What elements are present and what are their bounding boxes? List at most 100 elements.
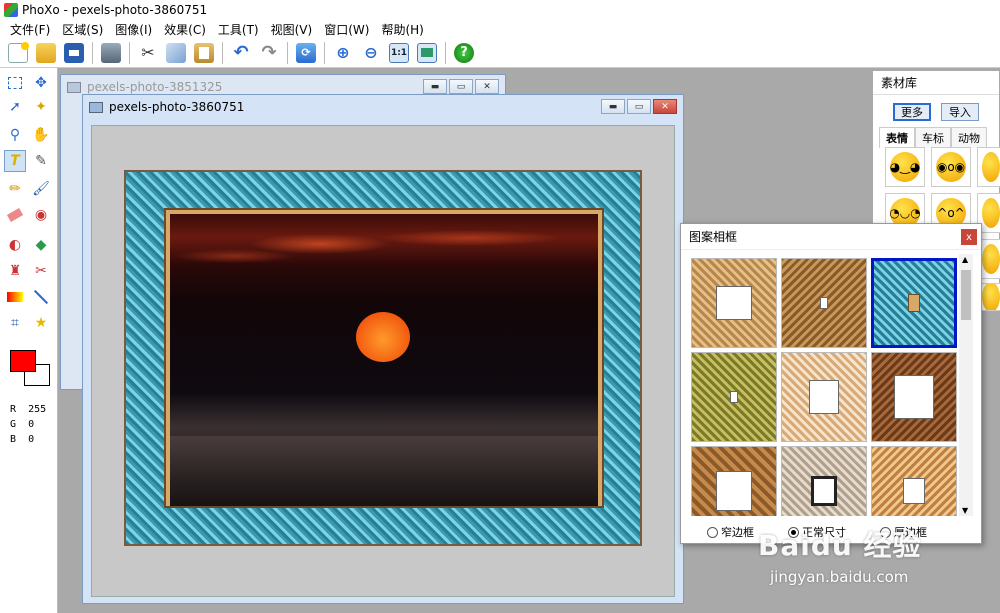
scissors-tool[interactable]: ✂ <box>30 260 52 282</box>
menu-tools[interactable]: 工具(T) <box>212 21 265 38</box>
sunset-photo[interactable] <box>164 208 604 508</box>
maximize-button[interactable]: ▭ <box>627 99 651 114</box>
menu-file[interactable]: 文件(F) <box>4 21 56 38</box>
hand-icon: ✋ <box>32 127 50 143</box>
emoji-thumbnail[interactable]: ◕‿◕ <box>885 147 925 187</box>
help-button[interactable]: ? <box>451 40 477 66</box>
scroll-up-icon[interactable]: ▲ <box>962 255 968 264</box>
zoom-in-button[interactable]: ⊕ <box>330 40 356 66</box>
menu-effect[interactable]: 效果(C) <box>158 21 212 38</box>
clone-tool[interactable]: ◐ <box>4 234 26 256</box>
save-button[interactable] <box>61 40 87 66</box>
emoji-thumbnail[interactable] <box>977 147 1000 187</box>
maximize-button[interactable]: ▭ <box>449 79 473 94</box>
eyedropper-tool[interactable]: ✎ <box>30 150 52 172</box>
paste-button[interactable] <box>191 40 217 66</box>
menu-selection[interactable]: 区域(S) <box>56 21 109 38</box>
copy-icon <box>166 42 186 63</box>
close-icon: x <box>966 231 972 243</box>
eraser-tool[interactable] <box>4 204 26 226</box>
b-value: 0 <box>28 434 35 445</box>
fill-icon: ◆ <box>35 237 47 253</box>
print-icon <box>101 42 121 63</box>
zoom-out-icon: ⊖ <box>364 43 378 62</box>
frame-thumbnail[interactable] <box>781 352 867 442</box>
minimize-button[interactable]: ▬ <box>601 99 625 114</box>
gradient-tool[interactable] <box>4 286 26 308</box>
copy-button[interactable] <box>163 40 189 66</box>
menu-bar: 文件(F) 区域(S) 图像(I) 效果(C) 工具(T) 视图(V) 窗口(W… <box>0 20 1000 38</box>
hand-tool[interactable]: ✋ <box>30 124 52 146</box>
tab-animal[interactable]: 动物 <box>951 127 987 148</box>
fill-tool[interactable]: ◆ <box>30 234 52 256</box>
lasso-tool[interactable]: ➚ <box>4 96 26 118</box>
undo-button[interactable]: ↶ <box>228 40 254 66</box>
rect-select-tool[interactable] <box>4 72 26 94</box>
fit-window-button[interactable] <box>414 40 440 66</box>
move-tool[interactable]: ✥ <box>30 72 52 94</box>
g-value: 0 <box>28 419 35 430</box>
import-button[interactable]: 导入 <box>941 103 979 121</box>
print-button[interactable] <box>98 40 124 66</box>
foreground-color-swatch[interactable] <box>10 350 36 372</box>
magic-wand-tool[interactable]: ✦ <box>30 96 52 118</box>
scroll-down-icon[interactable]: ▼ <box>962 506 968 515</box>
frame-thumbnail[interactable] <box>871 352 957 442</box>
pattern-frame[interactable] <box>124 170 642 546</box>
radio-narrow-border[interactable]: 窄边框 <box>707 524 754 540</box>
menu-image[interactable]: 图像(I) <box>109 21 158 38</box>
menu-window[interactable]: 窗口(W) <box>318 21 375 38</box>
cut-button[interactable]: ✂ <box>135 40 161 66</box>
red-eye-tool[interactable]: ◉ <box>30 204 52 226</box>
minimize-button[interactable]: ▬ <box>423 79 447 94</box>
toolbar: ✂ ↶ ↷ ⟳ ⊕ ⊖ 1:1 ? <box>0 38 1000 68</box>
refresh-icon: ⟳ <box>296 42 316 63</box>
rgb-readout: R 255 G 0 B 0 <box>10 402 46 447</box>
watermark-brand: Baidu 经验 <box>758 529 922 562</box>
brush-tool[interactable]: 🖌 <box>30 178 52 200</box>
frame-thumbnail-selected[interactable] <box>871 258 957 348</box>
menu-help[interactable]: 帮助(H) <box>375 21 429 38</box>
line-tool[interactable] <box>30 286 52 308</box>
window-title-bar[interactable]: pexels-photo-3860751 <box>83 95 683 119</box>
clone-icon: ◐ <box>8 237 22 253</box>
tab-emoji[interactable]: 表情 <box>879 127 915 148</box>
text-icon: T <box>10 153 20 169</box>
frame-thumbnail[interactable] <box>691 258 777 348</box>
zoom-tool[interactable]: ⚲ <box>4 124 26 146</box>
scroll-thumb[interactable] <box>961 270 971 320</box>
emoji-thumbnail[interactable]: ◉o◉ <box>931 147 971 187</box>
shape-tool[interactable]: ★ <box>30 312 52 334</box>
refresh-button[interactable]: ⟳ <box>293 40 319 66</box>
new-button[interactable] <box>5 40 31 66</box>
frame-thumbnail[interactable] <box>691 352 777 442</box>
zoom-out-button[interactable]: ⊖ <box>358 40 384 66</box>
frame-thumbnail[interactable] <box>691 446 777 516</box>
stamp-tool[interactable]: ♜ <box>4 260 26 282</box>
menu-view[interactable]: 视图(V) <box>265 21 319 38</box>
open-button[interactable] <box>33 40 59 66</box>
redo-button[interactable]: ↷ <box>256 40 282 66</box>
pencil-tool[interactable]: ✏ <box>4 178 26 200</box>
vertical-scrollbar[interactable]: ▲ ▼ <box>959 254 973 516</box>
frame-thumbnail[interactable] <box>781 258 867 348</box>
dialog-close-button[interactable]: x <box>961 229 977 245</box>
close-button[interactable]: ✕ <box>475 79 499 94</box>
more-button[interactable]: 更多 <box>893 103 931 121</box>
paste-icon <box>194 42 214 63</box>
kiss-face-icon <box>982 198 1000 228</box>
sun <box>356 312 410 362</box>
crop-tool[interactable]: ⌗ <box>4 312 26 334</box>
tab-car-logo[interactable]: 车标 <box>915 127 951 148</box>
open-icon <box>36 42 56 63</box>
gradient-icon <box>7 292 23 302</box>
text-tool[interactable]: T <box>4 150 26 172</box>
window-controls: ▬ ▭ ✕ <box>601 99 677 114</box>
smile-face-icon <box>982 152 1000 182</box>
actual-size-button[interactable]: 1:1 <box>386 40 412 66</box>
frame-thumbnail[interactable] <box>871 446 957 516</box>
close-button[interactable]: ✕ <box>653 99 677 114</box>
pencil-icon: ✏ <box>9 181 21 197</box>
face-icon <box>982 284 1000 310</box>
frame-thumbnail[interactable] <box>781 446 867 516</box>
